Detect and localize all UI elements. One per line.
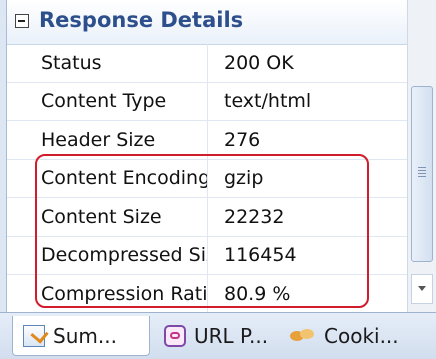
properties-grid: Response Details Status 200 OK Content T… xyxy=(6,0,409,314)
url-parameters-icon xyxy=(164,325,186,347)
property-value: 276 xyxy=(207,121,408,159)
cookies-icon xyxy=(290,325,316,347)
tab-cookies[interactable]: Cooki... xyxy=(290,316,399,356)
property-value: gzip xyxy=(207,159,408,197)
property-rows: Status 200 OK Content Type text/html Hea… xyxy=(7,44,408,314)
property-key: Content Type xyxy=(41,90,167,113)
section-title: Response Details xyxy=(39,8,244,32)
grip-icon xyxy=(418,167,426,177)
property-key: Header Size xyxy=(41,128,156,151)
tab-label: Sum... xyxy=(53,323,117,348)
vertical-scrollbar[interactable] xyxy=(407,0,436,312)
property-value: 80.9 % xyxy=(207,275,408,313)
tab-summary[interactable]: Sum... xyxy=(12,316,150,356)
property-key: Content Encoding xyxy=(41,167,207,190)
property-row-status[interactable]: Status 200 OK xyxy=(7,44,408,83)
property-row-compression-ratio[interactable]: Compression Ratio 80.9 % xyxy=(7,275,408,314)
scroll-down-button[interactable] xyxy=(411,274,433,304)
response-details-panel: Response Details Status 200 OK Content T… xyxy=(0,0,436,359)
tab-bar: Sum... URL P... Cooki... xyxy=(0,312,436,359)
section-header[interactable]: Response Details xyxy=(7,0,408,45)
property-key: Content Size xyxy=(41,205,162,228)
property-key: Compression Ratio xyxy=(41,282,207,305)
property-value: 200 OK xyxy=(207,44,408,82)
summary-icon xyxy=(23,324,45,347)
property-value: text/html xyxy=(207,82,408,120)
collapse-icon[interactable] xyxy=(15,14,29,28)
property-row-content-encoding[interactable]: Content Encoding gzip xyxy=(7,159,408,198)
tab-label: Cooki... xyxy=(324,324,399,348)
tab-url-parameters[interactable]: URL P... xyxy=(164,316,268,356)
property-row-content-size[interactable]: Content Size 22232 xyxy=(7,198,408,237)
property-key: Status xyxy=(41,51,102,74)
property-value: 22232 xyxy=(207,198,408,236)
property-row-header-size[interactable]: Header Size 276 xyxy=(7,121,408,160)
property-key: Decompressed Size xyxy=(41,244,207,267)
tab-label: URL P... xyxy=(194,324,269,348)
scroll-thumb[interactable] xyxy=(411,86,433,262)
property-row-decompressed-size[interactable]: Decompressed Size 116454 xyxy=(7,236,408,275)
property-value: 116454 xyxy=(207,236,408,274)
property-row-content-type[interactable]: Content Type text/html xyxy=(7,82,408,121)
